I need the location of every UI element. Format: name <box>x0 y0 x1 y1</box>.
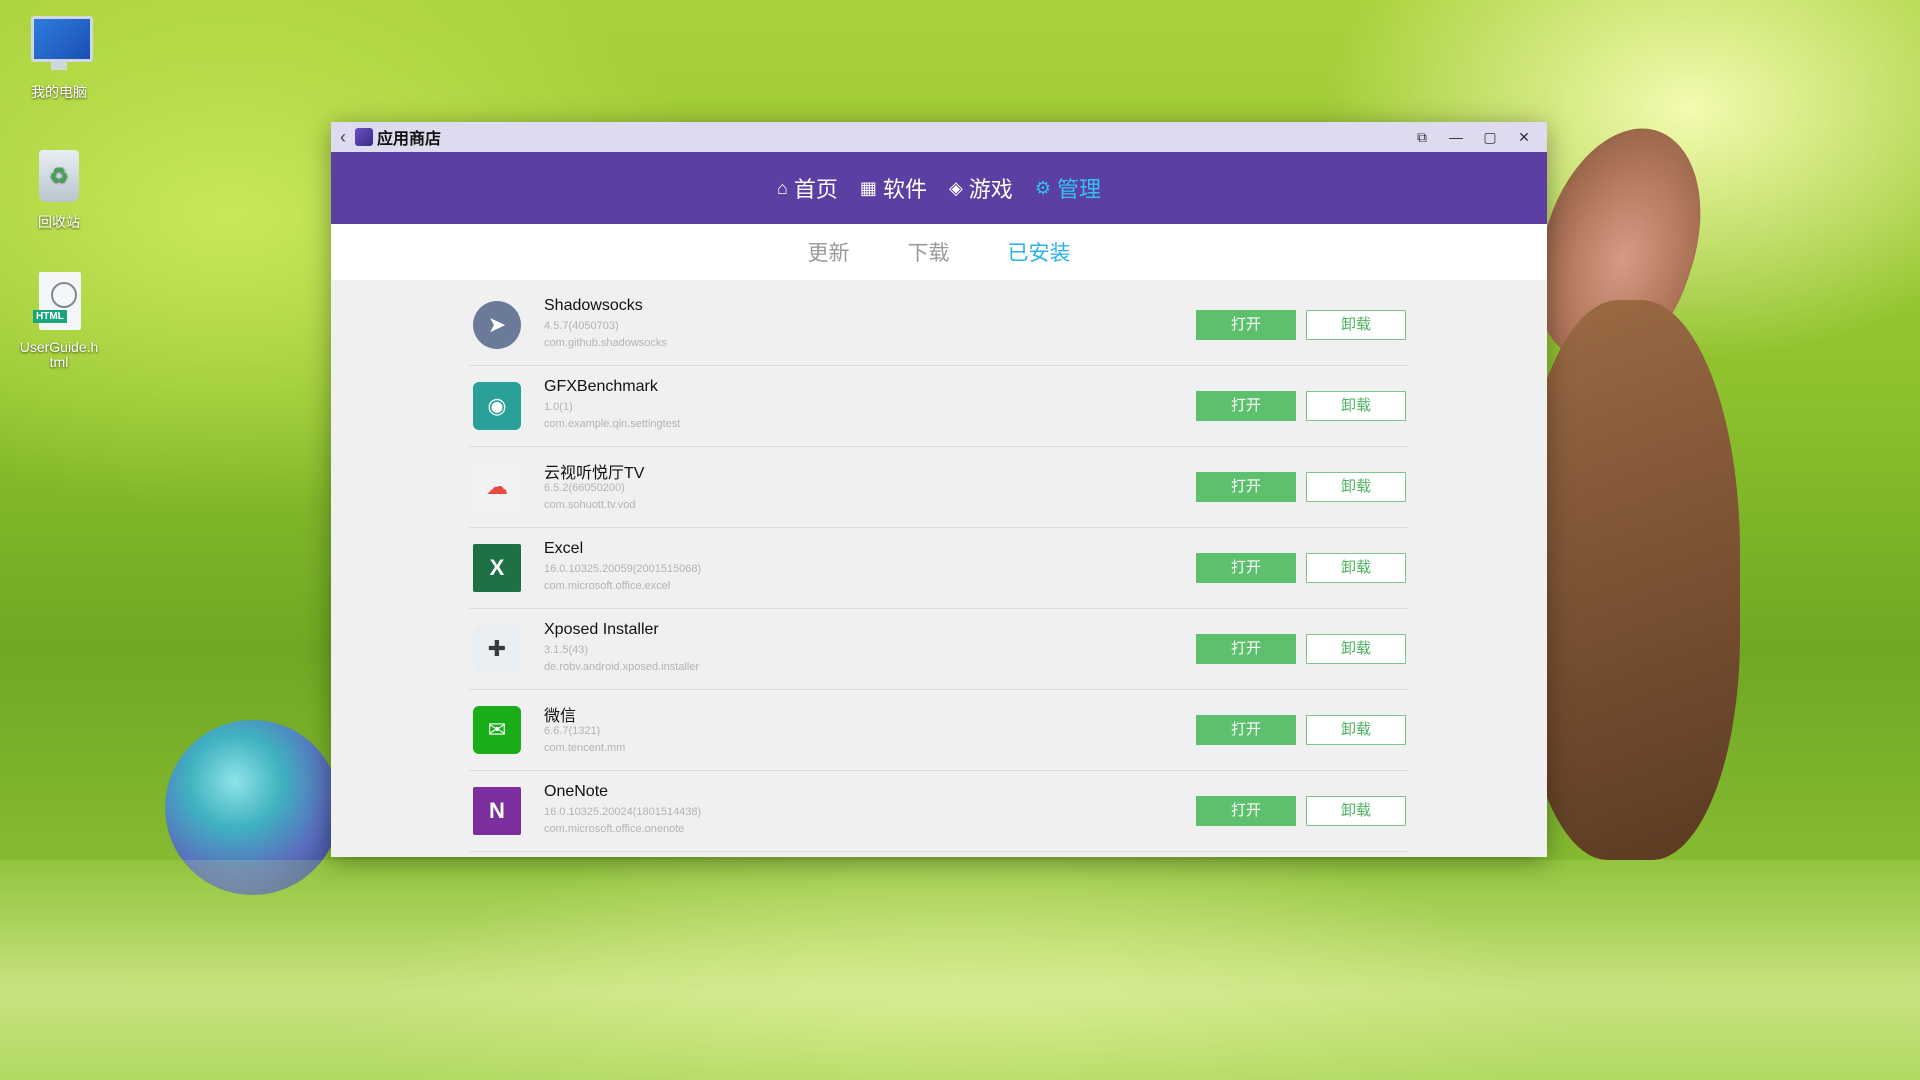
top-nav: ⌂ 首页 ▦ 软件 ◈ 游戏 ⚙ 管理 <box>331 152 1547 224</box>
open-button[interactable]: 打开 <box>1196 553 1296 583</box>
nav-label: 首页 <box>793 177 838 202</box>
cloud-play-icon: ☁ <box>473 463 521 511</box>
back-button[interactable]: ‹ <box>331 127 355 148</box>
maximize-button[interactable]: ▢ <box>1473 122 1507 152</box>
app-package: com.microsoft.office.excel <box>544 580 671 592</box>
excel-icon: X <box>473 544 521 592</box>
tab-installed[interactable]: 已安装 <box>1008 237 1071 267</box>
nav-manage[interactable]: ⚙ 管理 <box>1035 172 1101 204</box>
minimize-button[interactable]: — <box>1439 122 1473 152</box>
list-item: X Excel 16.0.10325.20059(2001515068) com… <box>469 528 1409 609</box>
nav-games[interactable]: ◈ 游戏 <box>949 172 1013 204</box>
open-button[interactable]: 打开 <box>1196 715 1296 745</box>
app-package: com.example.qin.settingtest <box>544 418 681 430</box>
paper-plane-icon: ➤ <box>473 301 521 349</box>
bunny-decoration <box>1520 300 1740 860</box>
app-version: 3.1.5(43) <box>544 644 589 656</box>
home-icon: ⌂ <box>777 177 788 198</box>
android-icon: ◉ <box>473 382 521 430</box>
desktop-icon-label: 回收站 <box>38 214 80 230</box>
app-store-window: ‹ 应用商店 ⧉ — ▢ ✕ ⌂ 首页 ▦ 软件 ◈ 游戏 ⚙ 管理 更新 下载… <box>331 122 1547 857</box>
uninstall-button[interactable]: 卸载 <box>1306 472 1406 502</box>
tab-updates[interactable]: 更新 <box>808 237 850 267</box>
html-file-icon: HTML <box>27 270 91 334</box>
onenote-icon: N <box>473 787 521 835</box>
recycle-bin-icon: ♻ <box>27 142 91 206</box>
desktop-icon-label: 我的电脑 <box>31 84 87 100</box>
nav-software[interactable]: ▦ 软件 <box>860 172 927 204</box>
nav-home[interactable]: ⌂ 首页 <box>777 172 838 204</box>
app-version: 1.0(1) <box>544 401 573 413</box>
window-title: 应用商店 <box>377 131 442 148</box>
app-package: com.github.shadowsocks <box>544 337 667 349</box>
app-version: 16.0.10325.20024(1801514438) <box>544 806 702 818</box>
uninstall-button[interactable]: 卸载 <box>1306 310 1406 340</box>
app-name: Shadowsocks <box>544 297 643 314</box>
computer-icon <box>27 12 93 76</box>
uninstall-button[interactable]: 卸载 <box>1306 553 1406 583</box>
apps-grid-icon: ▦ <box>859 177 877 198</box>
open-button[interactable]: 打开 <box>1196 634 1296 664</box>
tab-downloads[interactable]: 下载 <box>908 237 950 267</box>
desktop-icon-recycle-bin[interactable]: ♻ 回收站 <box>18 142 100 232</box>
uninstall-button[interactable]: 卸载 <box>1306 715 1406 745</box>
app-name: OneNote <box>544 783 609 800</box>
app-version: 4.5.7(4050703) <box>544 320 619 332</box>
app-name: 微信 <box>544 708 577 725</box>
grass-decoration <box>0 860 1920 1080</box>
open-button[interactable]: 打开 <box>1196 391 1296 421</box>
app-package: com.microsoft.office.onenote <box>544 823 685 835</box>
list-item: ◉ GFXBenchmark 1.0(1) com.example.qin.se… <box>469 366 1409 447</box>
desktop-icon-userguide[interactable]: HTML UserGuide.html <box>18 270 100 370</box>
wechat-icon: ✉ <box>473 706 521 754</box>
nav-label: 管理 <box>1056 177 1101 202</box>
app-package: de.robv.android.xposed.installer <box>544 661 700 673</box>
window-controls: ⧉ — ▢ ✕ <box>1405 122 1541 152</box>
open-button[interactable]: 打开 <box>1196 472 1296 502</box>
uninstall-button[interactable]: 卸载 <box>1306 634 1406 664</box>
app-version: 6.5.2(66050200) <box>544 482 625 494</box>
app-name: Excel <box>544 540 584 557</box>
app-name: Xposed Installer <box>544 621 659 638</box>
desktop-icon-my-computer[interactable]: 我的电脑 <box>18 12 100 102</box>
nav-label: 游戏 <box>968 177 1013 202</box>
app-package: com.sohuott.tv.vod <box>544 499 636 511</box>
list-item: ➤ Shadowsocks 4.5.7(4050703) com.github.… <box>469 285 1409 366</box>
open-button[interactable]: 打开 <box>1196 310 1296 340</box>
close-button[interactable]: ✕ <box>1507 122 1541 152</box>
installed-app-list: ➤ Shadowsocks 4.5.7(4050703) com.github.… <box>469 285 1409 852</box>
app-store-icon <box>355 128 373 146</box>
list-item: ✚ Xposed Installer 3.1.5(43) de.robv.and… <box>469 609 1409 690</box>
desktop-icon-label: UserGuide.html <box>19 339 99 370</box>
gear-icon: ⚙ <box>1034 177 1051 198</box>
list-item: N OneNote 16.0.10325.20024(1801514438) c… <box>469 771 1409 852</box>
app-name: GFXBenchmark <box>544 378 658 395</box>
gamepad-icon: ◈ <box>948 177 963 198</box>
title-bar[interactable]: ‹ 应用商店 ⧉ — ▢ ✕ <box>331 122 1547 152</box>
app-version: 16.0.10325.20059(2001515068) <box>544 563 702 575</box>
uninstall-button[interactable]: 卸载 <box>1306 796 1406 826</box>
sub-tabs: 更新 下载 已安装 <box>331 224 1547 280</box>
open-button[interactable]: 打开 <box>1196 796 1296 826</box>
list-item: ☁ 云视听悦厅TV 6.5.2(66050200) com.sohuott.tv… <box>469 447 1409 528</box>
pin-button[interactable]: ⧉ <box>1405 122 1439 152</box>
app-name: 云视听悦厅TV <box>544 465 645 482</box>
uninstall-button[interactable]: 卸载 <box>1306 391 1406 421</box>
list-item: ✉ 微信 6.6.7(1321) com.tencent.mm 打开 卸载 <box>469 690 1409 771</box>
app-package: com.tencent.mm <box>544 742 626 754</box>
nav-label: 软件 <box>882 177 927 202</box>
puzzle-icon: ✚ <box>473 625 521 673</box>
app-version: 6.6.7(1321) <box>544 725 601 737</box>
